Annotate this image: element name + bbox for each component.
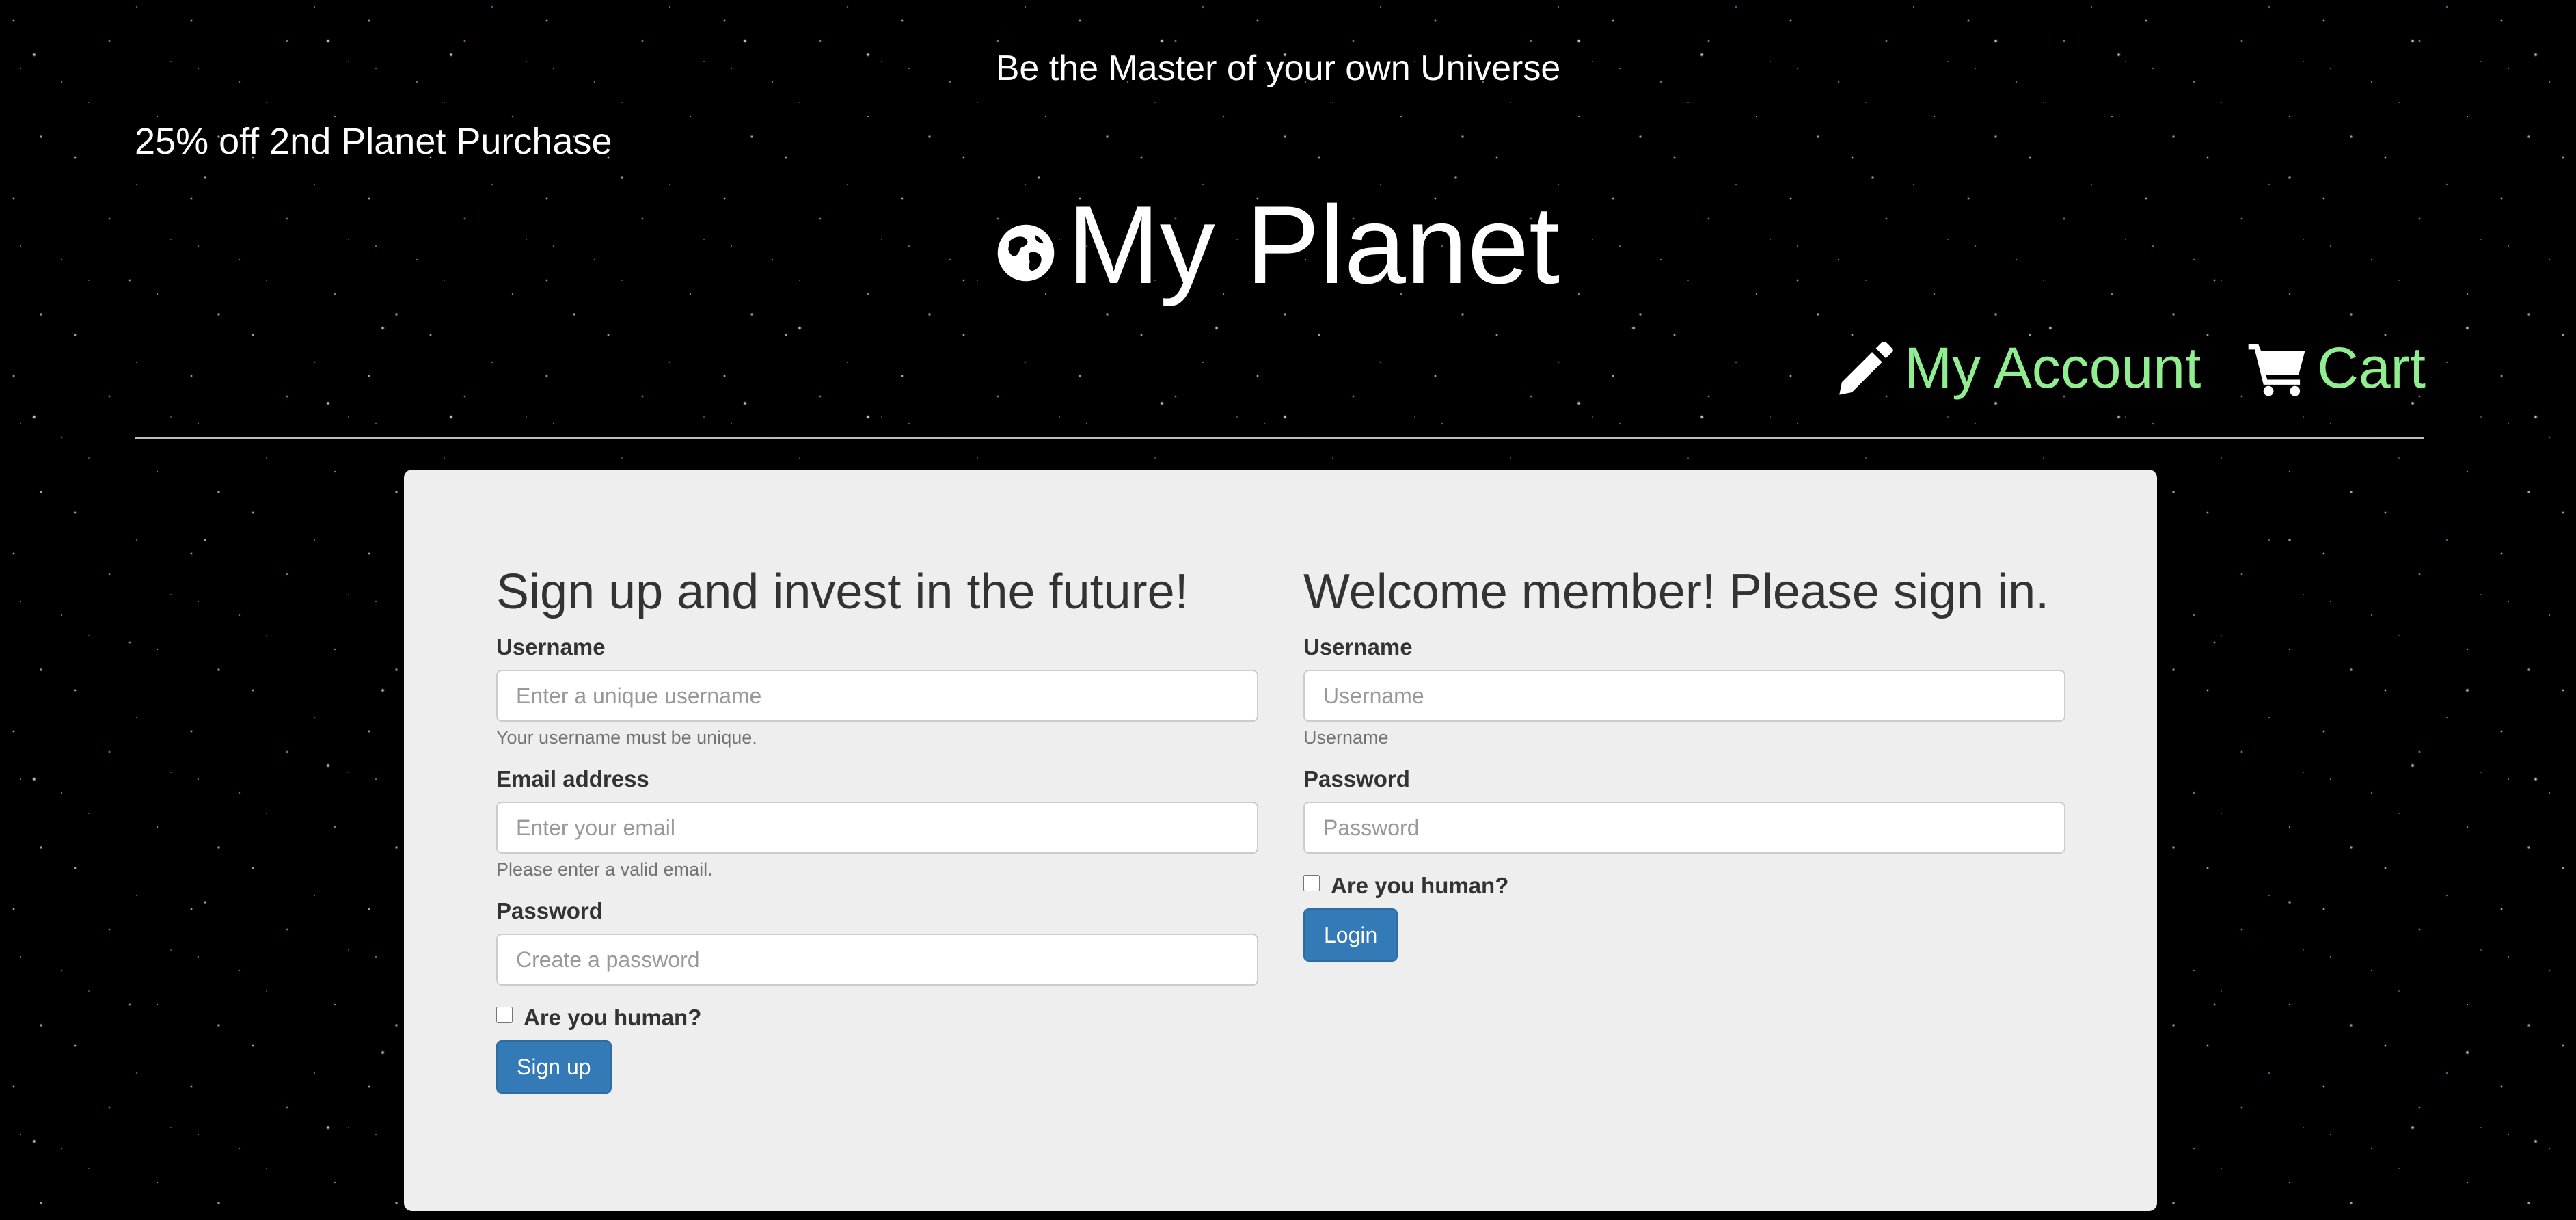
signup-human-label: Are you human? [524,1005,702,1031]
login-human-checkbox[interactable] [1303,875,1320,892]
login-human-check: Are you human? [1303,873,2065,899]
globe-icon [997,224,1055,282]
login-password-label: Password [1303,766,1410,792]
signup-username-label: Username [496,634,606,660]
login-form: Welcome member! Please sign in. Username… [1303,565,2065,962]
login-human-label: Are you human? [1331,873,1509,899]
site-brand[interactable]: My Planet [0,190,2556,301]
my-account-link[interactable]: My Account [1833,335,2201,401]
header-divider [135,437,2424,439]
login-username-input[interactable] [1303,670,2065,722]
page: { "header": { "tagline": "Be the Master … [0,0,2576,1220]
cart-link[interactable]: Cart [2246,335,2426,401]
signup-email-input[interactable] [496,802,1258,854]
login-username-help: Username [1303,727,1389,748]
signup-heading: Sign up and invest in the future! [496,565,1189,619]
login-button[interactable]: Login [1303,908,1398,962]
login-password-input[interactable] [1303,802,2065,854]
my-account-label: My Account [1904,336,2201,400]
signup-button[interactable]: Sign up [496,1040,612,1094]
signup-human-check: Are you human? [496,1005,1258,1031]
site-tagline: Be the Master of your own Universe [995,49,1561,88]
top-nav: My Account Cart [1833,335,2426,401]
signup-email-label: Email address [496,766,649,792]
auth-panel: Sign up and invest in the future! Userna… [404,470,2157,1211]
login-username-label: Username [1303,634,1413,660]
signup-email-help: Please enter a valid email. [496,859,713,880]
cart-label: Cart [2317,336,2426,400]
signup-password-input[interactable] [496,934,1258,986]
signup-password-label: Password [496,898,603,924]
shopping-cart-icon [2248,344,2305,396]
site-title: My Planet [1067,183,1560,307]
login-heading: Welcome member! Please sign in. [1303,565,2050,619]
pencil-icon [1839,341,1893,395]
signup-human-checkbox[interactable] [496,1007,513,1024]
signup-form: Sign up and invest in the future! Userna… [496,565,1258,1094]
signup-username-help: Your username must be unique. [496,727,757,748]
signup-username-input[interactable] [496,670,1258,722]
promo-banner: 25% off 2nd Planet Purchase [135,121,612,162]
